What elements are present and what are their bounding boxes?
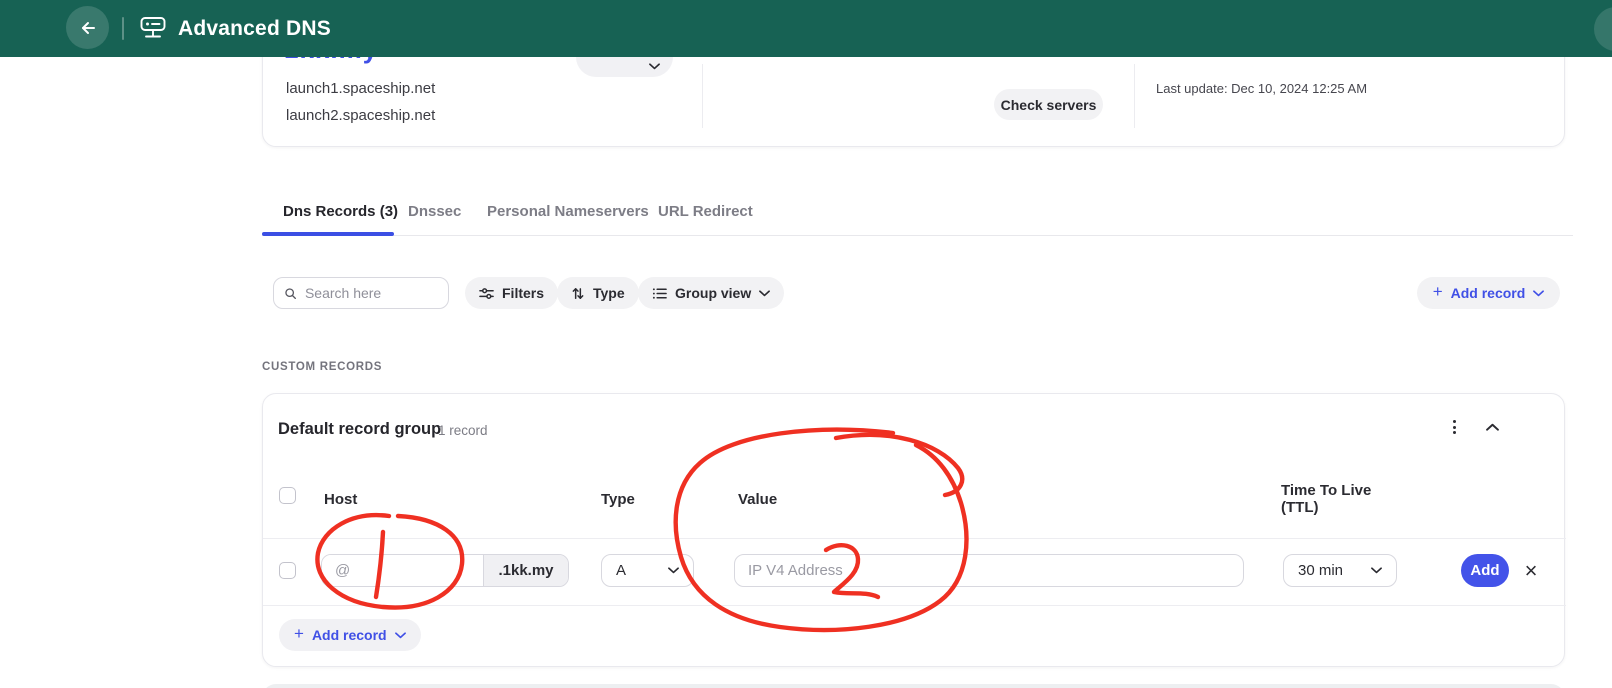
tab-personal-nameservers[interactable]: Personal Nameservers [487, 203, 649, 220]
column-header-value: Value [738, 491, 777, 508]
app-header: Advanced DNS [0, 0, 1612, 57]
ttl-select[interactable]: 30 min [1283, 554, 1397, 587]
host-domain-suffix: .1kk.my [483, 555, 568, 586]
host-input[interactable] [322, 555, 483, 586]
arrow-left-icon [78, 18, 98, 38]
chevron-up-icon [1486, 423, 1499, 431]
type-sort-button[interactable]: Type [557, 277, 639, 309]
chevron-down-icon [668, 567, 679, 574]
chevron-down-icon [649, 63, 660, 70]
chevron-down-icon [395, 632, 406, 639]
group-view-button[interactable]: Group view [638, 277, 784, 309]
active-tab-underline [262, 232, 394, 236]
add-record-label: Add record [312, 627, 387, 643]
add-record-button-bottom[interactable]: + Add record [279, 619, 421, 651]
add-record-button-top[interactable]: + Add record [1417, 277, 1560, 309]
header-action-button-cut[interactable] [1594, 7, 1612, 51]
group-view-label: Group view [675, 285, 751, 301]
tabs-bottom-border [262, 235, 1573, 236]
divider [1134, 64, 1135, 128]
tab-url-redirect[interactable]: URL Redirect [658, 203, 753, 220]
host-input-group: .1kk.my [321, 554, 569, 587]
page-title: Advanced DNS [178, 0, 331, 57]
divider [263, 605, 1566, 606]
chevron-down-icon [759, 290, 770, 297]
back-button[interactable] [66, 6, 109, 49]
custom-records-label: CUSTOM RECORDS [262, 361, 382, 373]
plus-icon: + [1433, 282, 1443, 302]
list-view-icon [652, 286, 667, 301]
column-header-type: Type [601, 491, 635, 508]
nameserver-1: launch1.spaceship.net [286, 80, 435, 97]
type-label: Type [593, 285, 625, 301]
filters-label: Filters [502, 285, 544, 301]
chevron-down-icon [1533, 290, 1544, 297]
search-icon [284, 286, 297, 301]
next-section-edge [262, 684, 1565, 688]
filters-icon [479, 286, 494, 301]
last-update-text: Last update: Dec 10, 2024 12:25 AM [1156, 81, 1367, 96]
add-button[interactable]: Add [1461, 554, 1509, 587]
row-checkbox[interactable] [279, 562, 296, 579]
add-record-label: Add record [1451, 285, 1526, 301]
group-title: Default record group [278, 420, 441, 439]
search-box [273, 277, 449, 309]
close-row-icon[interactable]: × [1519, 554, 1543, 587]
divider [702, 64, 703, 128]
ttl-value: 30 min [1298, 562, 1343, 579]
divider [263, 538, 1566, 539]
advanced-dns-page: 1kk.my launch1.spaceship.net launch2.spa… [0, 0, 1612, 688]
record-type-value: A [616, 562, 626, 579]
search-input[interactable] [305, 285, 438, 301]
record-value-input[interactable] [734, 554, 1244, 587]
record-type-select[interactable]: A [601, 554, 694, 587]
select-all-checkbox[interactable] [279, 487, 296, 504]
nameserver-2: launch2.spaceship.net [286, 107, 435, 124]
chevron-down-icon [1371, 567, 1382, 574]
record-group-card: Default record group 1 record Host Type … [262, 393, 1565, 667]
group-menu-button[interactable] [1446, 418, 1462, 436]
group-record-count: 1 record [438, 423, 488, 438]
sort-arrows-icon [571, 286, 585, 301]
check-servers-button[interactable]: Check servers [994, 89, 1103, 120]
tab-dns-records[interactable]: Dns Records (3) [283, 203, 398, 220]
divider [122, 17, 124, 40]
group-collapse-button[interactable] [1482, 419, 1502, 435]
tab-dnssec[interactable]: Dnssec [408, 203, 461, 220]
filters-button[interactable]: Filters [465, 277, 558, 309]
column-header-host: Host [324, 491, 357, 508]
column-header-ttl: Time To Live (TTL) [1281, 482, 1381, 517]
plus-icon: + [294, 624, 304, 644]
dns-server-icon [138, 13, 168, 43]
